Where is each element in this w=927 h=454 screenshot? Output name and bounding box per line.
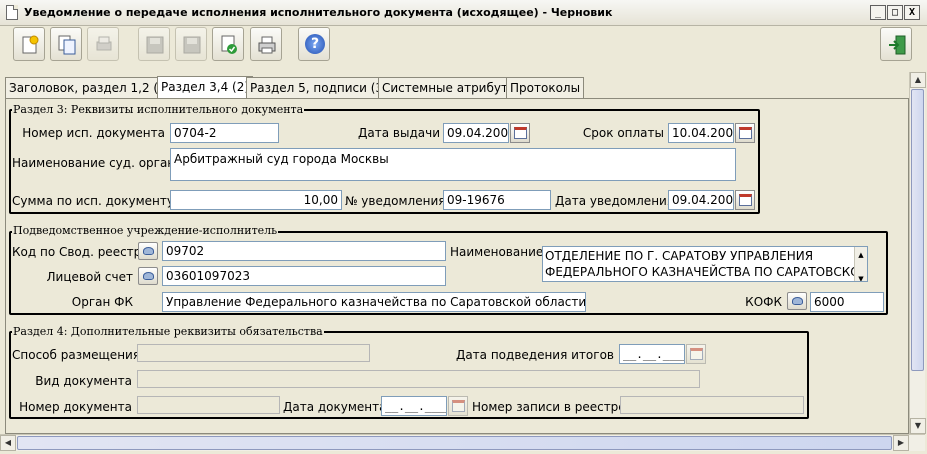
account-label: Лицевой счет — [46, 270, 133, 284]
summary-date-calendar-button[interactable] — [686, 344, 706, 364]
help-button[interactable]: ? — [298, 27, 330, 61]
validate-button[interactable] — [212, 27, 244, 61]
payment-term-field[interactable]: 10.04.2009 — [668, 123, 734, 143]
doc-type-label: Вид документа — [35, 374, 132, 388]
save-icon — [146, 36, 164, 54]
exit-icon — [889, 35, 906, 55]
help-icon: ? — [305, 34, 325, 54]
executor-name-label: Наименование — [450, 245, 544, 259]
fk-label: Орган ФК — [71, 295, 133, 309]
summary-date-label: Дата подведения итогов — [455, 348, 614, 362]
notice-date-calendar-button[interactable] — [735, 190, 755, 210]
scroll-left-button[interactable]: ◀ — [0, 435, 16, 451]
issue-date-field[interactable]: 09.04.2009 — [443, 123, 509, 143]
kofk-field[interactable]: 6000 — [810, 292, 884, 312]
lookup-icon — [792, 297, 803, 305]
doc-no-field[interactable] — [137, 396, 280, 414]
doc-date-field[interactable]: __.__.____ — [381, 396, 447, 416]
calendar-icon — [514, 127, 527, 139]
doc-no-label: Номер документа — [19, 400, 132, 414]
code-field[interactable]: 09702 — [162, 241, 446, 261]
horizontal-scroll-thumb[interactable] — [17, 436, 892, 450]
court-label: Наименование суд. органа — [12, 156, 183, 170]
tab-section-5[interactable]: Раздел 5, подписи (3) — [246, 77, 392, 98]
calendar-icon — [739, 127, 752, 139]
section4-legend: Раздел 4: Дополнительные реквизиты обяза… — [12, 325, 324, 338]
account-lookup-button[interactable] — [138, 267, 158, 285]
notice-date-label: Дата уведомления — [555, 194, 675, 208]
doc-date-label: Дата документа — [283, 400, 387, 414]
close-button[interactable]: X — [904, 5, 920, 20]
placement-label: Способ размещения — [12, 348, 141, 362]
print-button[interactable] — [250, 27, 282, 61]
code-lookup-button[interactable] — [138, 242, 158, 260]
save-close-button[interactable] — [175, 27, 207, 61]
issue-date-calendar-button[interactable] — [510, 123, 530, 143]
calendar-icon — [690, 348, 703, 360]
horizontal-scrollbar[interactable]: ◀ ▶ — [0, 434, 925, 451]
exit-button[interactable] — [880, 27, 912, 61]
issue-date-label: Дата выдачи — [358, 126, 440, 140]
document-icon — [6, 5, 18, 20]
lookup-icon — [143, 272, 154, 280]
save-button[interactable] — [138, 27, 170, 61]
scroll-up-arrow[interactable]: ▲ — [855, 247, 867, 263]
scroll-right-button[interactable]: ▶ — [893, 435, 909, 451]
calendar-icon — [739, 194, 752, 206]
window-title: Уведомление о передаче исполнения исполн… — [24, 6, 613, 19]
scroll-up-button[interactable]: ▲ — [910, 72, 926, 88]
executor-name-line: ОТДЕЛЕНИЕ ПО Г. САРАТОВУ УПРАВЛЕНИЯ — [545, 249, 814, 263]
registry-no-field[interactable] — [620, 396, 804, 414]
registry-no-label: Номер записи в реестре — [472, 400, 626, 414]
save-close-icon — [183, 36, 201, 54]
new-document-icon — [22, 35, 39, 54]
new-document-button[interactable] — [13, 27, 45, 61]
print-preview-button[interactable] — [87, 27, 119, 61]
doc-number-field[interactable]: 0704-2 — [170, 123, 279, 143]
code-label: Код по Свод. реестру — [12, 245, 149, 259]
fk-field[interactable]: Управление Федерального казначейства по … — [162, 292, 586, 312]
doc-type-field[interactable] — [137, 370, 700, 388]
notice-number-field[interactable]: 09-19676 — [443, 190, 551, 210]
tab-section-3-4[interactable]: Раздел 3,4 (2) — [157, 76, 254, 99]
account-field[interactable]: 03601097023 — [162, 266, 446, 286]
payment-term-calendar-button[interactable] — [735, 123, 755, 143]
placement-field[interactable] — [137, 344, 370, 362]
title-bar: Уведомление о передаче исполнения исполн… — [0, 0, 927, 26]
kofk-label: КОФК — [745, 295, 782, 309]
copy-document-icon — [58, 35, 76, 55]
vertical-scrollbar[interactable]: ▲ ▼ — [909, 72, 926, 434]
tab-protocols[interactable]: Протоколы — [506, 77, 585, 98]
tab-header[interactable]: Заголовок, раздел 1,2 (1) — [5, 77, 175, 98]
doc-number-label: Номер исп. документа — [22, 126, 165, 140]
copy-document-button[interactable] — [50, 27, 82, 61]
notice-number-label: № уведомления — [345, 194, 446, 208]
doc-date-calendar-button[interactable] — [448, 396, 468, 416]
amount-label: Сумма по исп. документу — [12, 194, 174, 208]
executor-name-field[interactable]: ОТДЕЛЕНИЕ ПО Г. САРАТОВУ УПРАВЛЕНИЯ ФЕДЕ… — [542, 246, 868, 282]
court-field[interactable]: Арбитражный суд города Москвы — [170, 148, 736, 181]
calendar-icon — [452, 400, 465, 412]
print-icon — [258, 36, 276, 54]
kofk-lookup-button[interactable] — [787, 292, 807, 310]
executor-name-scrollbar[interactable]: ▲ ▼ — [854, 247, 867, 281]
tab-system-attributes[interactable]: Системные атрибуты — [378, 77, 522, 98]
vertical-scroll-thumb[interactable] — [911, 89, 924, 371]
minimize-button[interactable]: _ — [870, 5, 886, 20]
amount-field[interactable]: 10,00 — [170, 190, 342, 210]
executor-name-line: ФЕДЕРАЛЬНОГО КАЗНАЧЕЙСТВА ПО САРАТОВСКОЙ — [545, 265, 868, 279]
section3-legend: Раздел 3: Реквизиты исполнительного доку… — [12, 103, 305, 116]
notice-date-field[interactable]: 09.04.2009 — [668, 190, 734, 210]
maximize-button[interactable]: □ — [887, 5, 903, 20]
payment-term-label: Срок оплаты — [582, 126, 664, 140]
lookup-icon — [143, 247, 154, 255]
print-preview-icon — [96, 36, 112, 51]
scroll-down-arrow[interactable]: ▼ — [855, 271, 867, 281]
validate-icon — [221, 35, 237, 54]
scroll-down-button[interactable]: ▼ — [910, 418, 926, 434]
summary-date-field[interactable]: __.__.____ — [619, 344, 685, 364]
executor-legend: Подведомственное учреждение-исполнитель — [12, 224, 279, 237]
